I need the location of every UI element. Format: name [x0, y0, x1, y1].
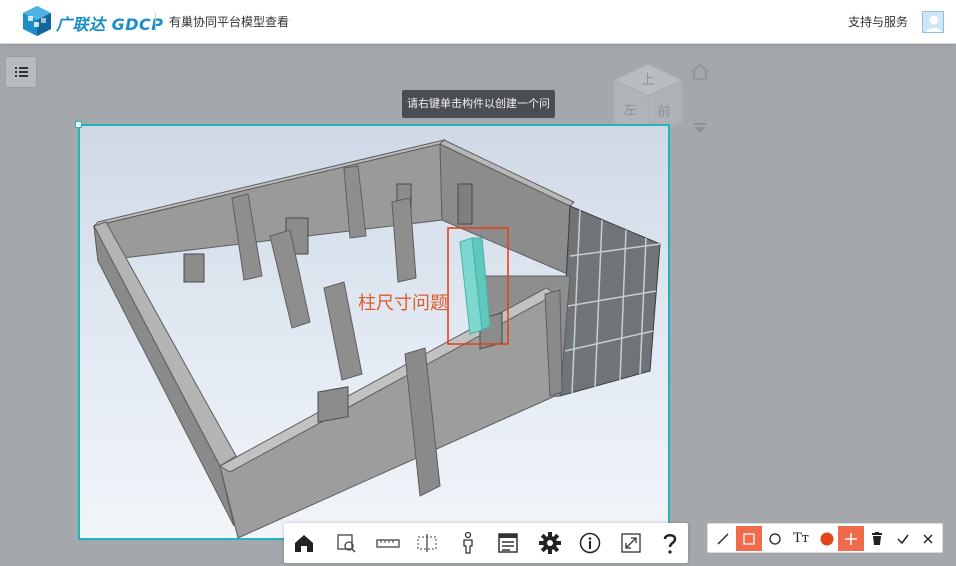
color-swatch-icon — [820, 532, 834, 545]
walk-person-icon[interactable] — [456, 531, 480, 555]
header-divider — [155, 13, 156, 31]
circle-tool-icon[interactable] — [762, 526, 788, 551]
viewcube-top-label: 上 — [641, 73, 654, 88]
help-icon[interactable] — [658, 531, 682, 555]
brand-name: 广联达 GDCP — [56, 15, 164, 34]
list-icon — [15, 67, 28, 77]
avatar-user-icon — [926, 15, 942, 32]
home-icon[interactable] — [292, 531, 316, 555]
text-tool[interactable]: Tт — [788, 526, 814, 551]
page-title: 有巢协同平台模型查看 — [169, 15, 290, 29]
rectangle-tool-icon[interactable] — [736, 526, 762, 551]
user-avatar[interactable] — [922, 11, 944, 33]
info-icon[interactable] — [578, 531, 602, 555]
main-toolbar — [284, 523, 688, 563]
color-picker[interactable] — [814, 526, 840, 551]
gdcp-logo-icon[interactable] — [22, 5, 52, 37]
hint-tooltip: 请右键单击构件以创建一个问题 — [402, 90, 555, 138]
model-browser-icon[interactable] — [496, 531, 520, 555]
annotation-toolbar: Tт — [707, 523, 943, 553]
close-x-icon[interactable] — [915, 526, 941, 551]
viewcube-menu-arrow-icon[interactable] — [692, 122, 708, 134]
viewcube-home-icon[interactable] — [690, 63, 710, 81]
section-icon[interactable] — [415, 531, 439, 555]
viewcube-left-label: 左 — [623, 103, 636, 118]
delete-trash-icon[interactable] — [864, 526, 890, 551]
annotation-text-label[interactable]: 柱尺寸问题 — [358, 289, 448, 315]
screenshot-capture-frame[interactable] — [78, 124, 670, 540]
settings-gear-icon[interactable] — [538, 531, 562, 555]
app-header: 广联达 GDCP 有巢协同平台模型查看 支持与服务 — [0, 0, 956, 44]
building-3d-model[interactable] — [80, 126, 668, 538]
measure-icon[interactable] — [376, 531, 400, 555]
support-link[interactable]: 支持与服务 — [848, 13, 908, 30]
line-tool-icon[interactable] — [710, 526, 736, 551]
list-menu-button[interactable] — [5, 56, 37, 88]
zoom-window-icon[interactable] — [334, 531, 358, 555]
add-icon[interactable] — [838, 526, 864, 551]
capture-corner-handle[interactable] — [75, 121, 82, 128]
confirm-check-icon[interactable] — [890, 526, 916, 551]
viewcube-front-label: 前 — [657, 104, 670, 120]
fullscreen-icon[interactable] — [619, 531, 643, 555]
